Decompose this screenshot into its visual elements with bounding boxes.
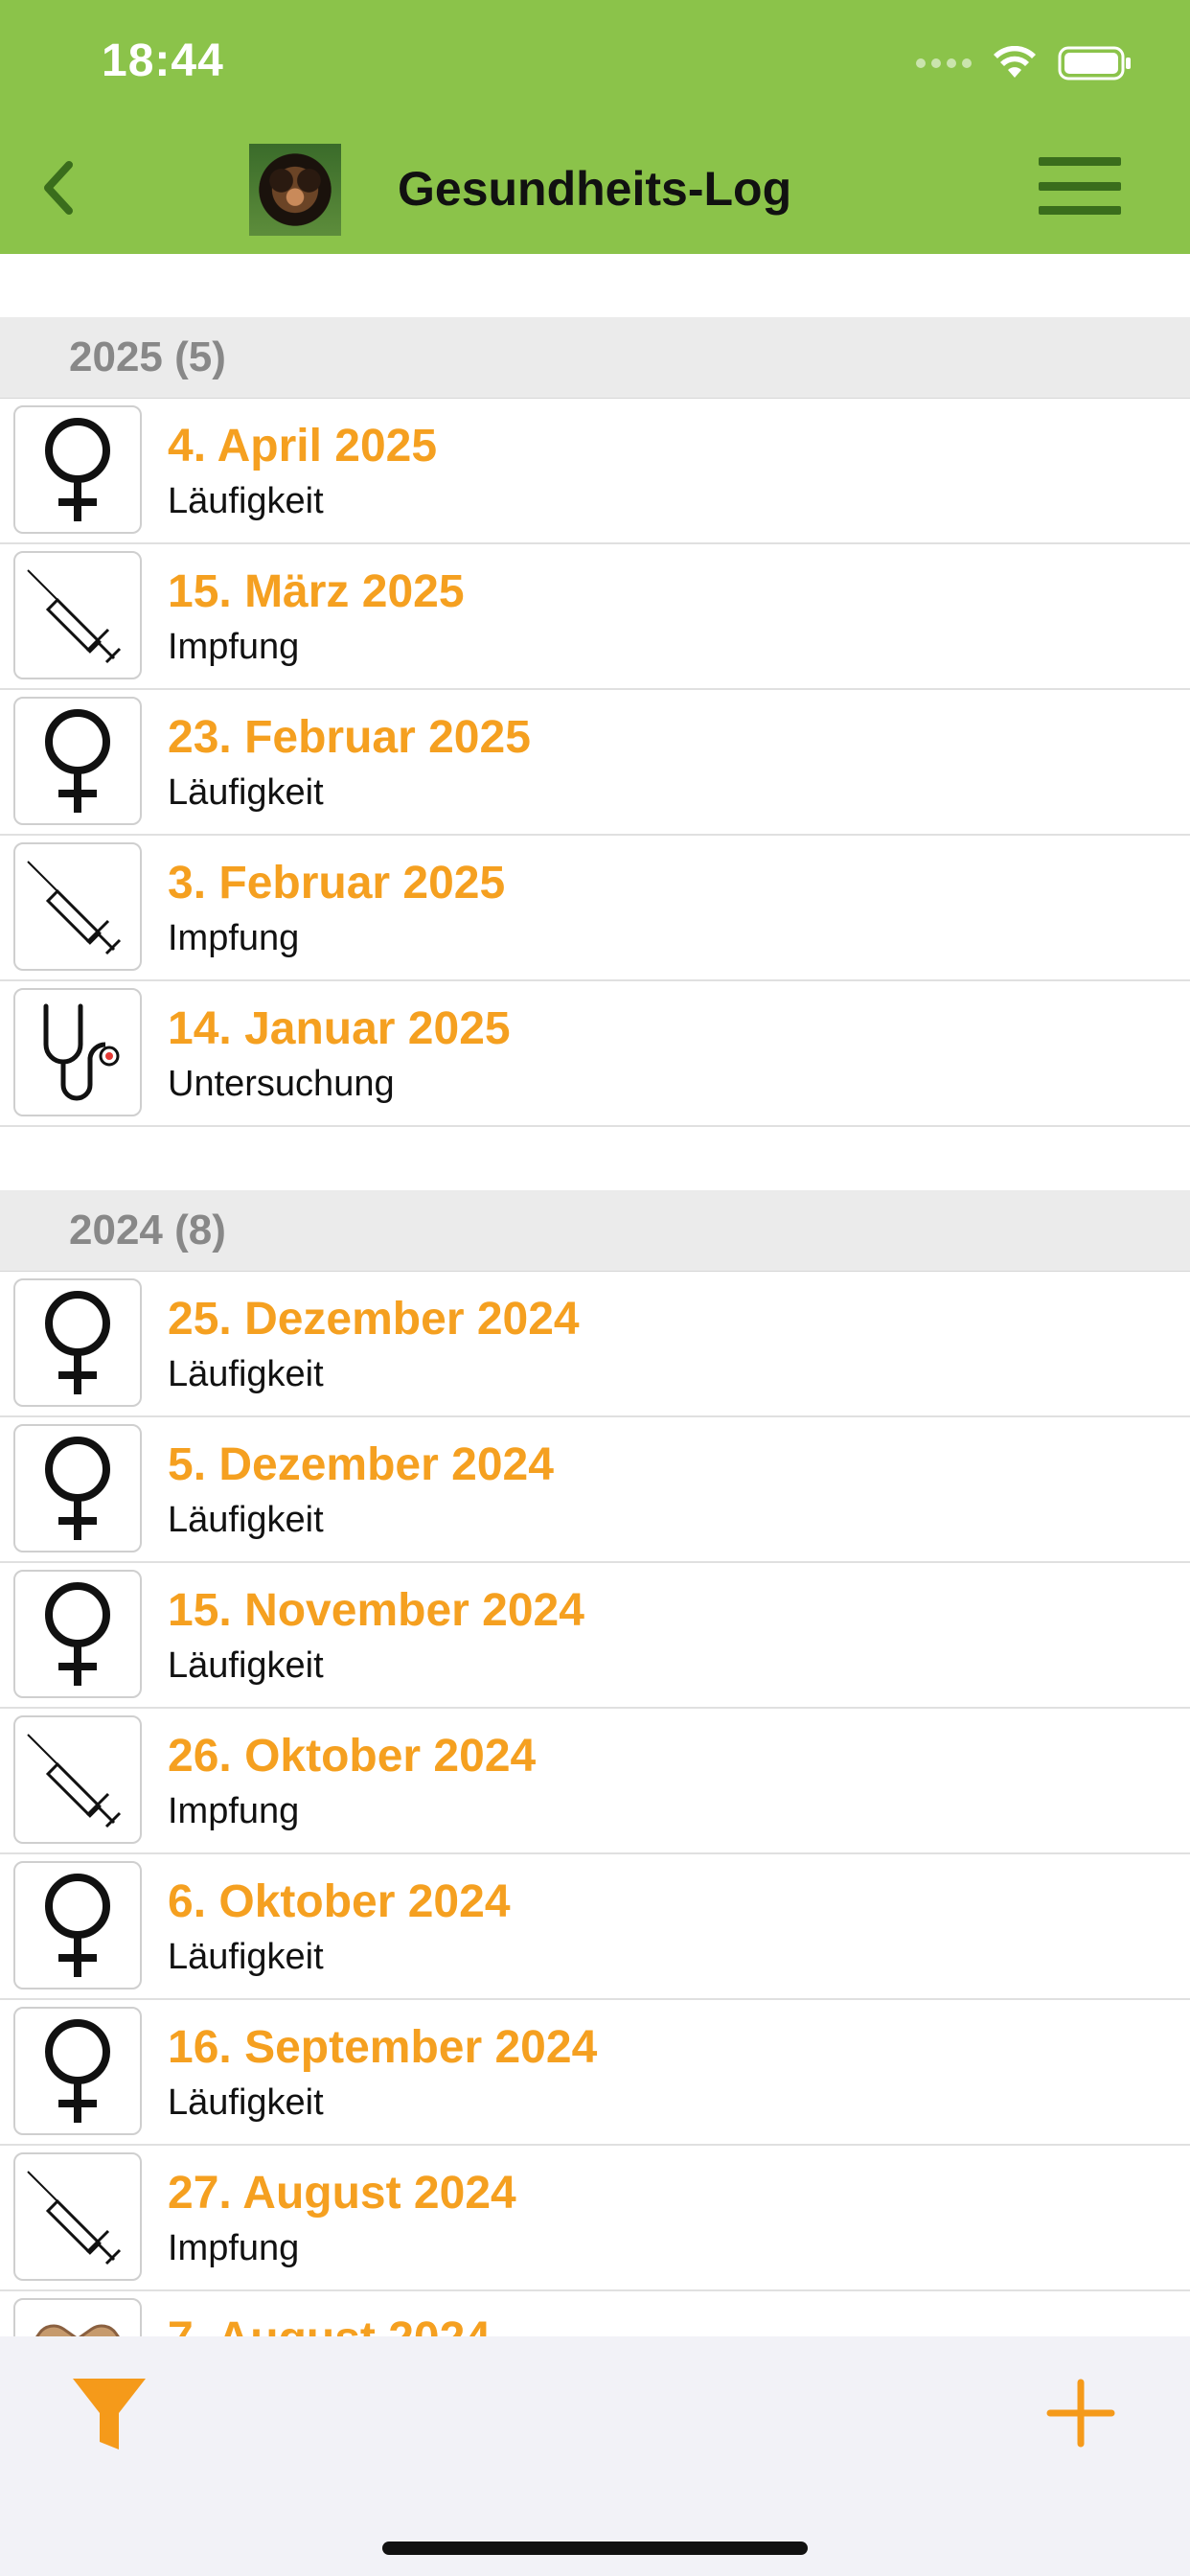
entry-date: 23. Februar 2025 (168, 712, 531, 763)
chevron-left-icon (44, 161, 73, 215)
health-log-list[interactable]: 2025 (5) 4. April 2025 Läufigkeit 15. Mä… (0, 254, 1190, 2336)
female-symbol-icon (13, 1278, 142, 1407)
list-item[interactable]: 25. Dezember 2024 Läufigkeit (0, 1272, 1190, 1417)
bottom-toolbar (0, 2336, 1190, 2576)
list-item[interactable]: 15. November 2024 Läufigkeit (0, 1563, 1190, 1709)
list-item[interactable]: 4. April 2025 Läufigkeit (0, 399, 1190, 544)
entry-type: Untersuchung (168, 1064, 395, 1104)
bandage-icon (13, 2298, 142, 2336)
menu-button[interactable] (1039, 157, 1121, 215)
entry-type: Läufigkeit (168, 481, 324, 521)
list-item[interactable]: 23. Februar 2025 Läufigkeit (0, 690, 1190, 836)
entry-date: 14. Januar 2025 (168, 1003, 511, 1054)
filter-button[interactable] (71, 2375, 148, 2453)
syringe-icon (13, 1715, 142, 1844)
entry-type: Läufigkeit (168, 1937, 324, 1977)
entry-date: 5. Dezember 2024 (168, 1439, 554, 1490)
female-symbol-icon (13, 1424, 142, 1552)
female-symbol-icon (13, 405, 142, 534)
list-item[interactable]: 26. Oktober 2024 Impfung (0, 1709, 1190, 1854)
page-title: Gesundheits-Log (398, 162, 792, 216)
back-button[interactable] (29, 151, 86, 224)
female-symbol-icon (13, 2007, 142, 2135)
entry-date: 27. August 2024 (168, 2168, 516, 2219)
entry-type: Läufigkeit (168, 2082, 324, 2123)
syringe-icon (13, 842, 142, 971)
cellular-signal-icon (916, 58, 972, 68)
entry-type: Impfung (168, 1791, 300, 1831)
entry-type: Impfung (168, 2228, 300, 2268)
list-item[interactable]: 6. Oktober 2024 Läufigkeit (0, 1854, 1190, 2000)
list-item[interactable]: 27. August 2024 Impfung (0, 2146, 1190, 2291)
hamburger-icon (1039, 157, 1121, 166)
entry-date: 16. September 2024 (168, 2022, 598, 2073)
section-header-2024: 2024 (8) (0, 1190, 1190, 1272)
home-indicator (382, 2542, 808, 2555)
syringe-icon (13, 551, 142, 679)
entry-date: 25. Dezember 2024 (168, 1294, 580, 1345)
list-item[interactable]: 15. März 2025 Impfung (0, 544, 1190, 690)
syringe-icon (13, 2152, 142, 2281)
entry-type: Läufigkeit (168, 1645, 324, 1686)
entry-type: Läufigkeit (168, 1354, 324, 1394)
female-symbol-icon (13, 1861, 142, 1990)
stethoscope-icon (13, 988, 142, 1116)
entry-date: 7. August 2024 (168, 2312, 491, 2336)
wifi-icon (994, 46, 1036, 78)
list-item[interactable]: 16. September 2024 Läufigkeit (0, 2000, 1190, 2146)
add-entry-button[interactable] (1044, 2377, 1117, 2450)
entry-date: 4. April 2025 (168, 421, 438, 472)
entry-date: 15. März 2025 (168, 566, 465, 617)
nav-bar: 18:44 Gesundheits-Log (0, 0, 1190, 254)
status-time: 18:44 (102, 35, 224, 86)
battery-icon (1058, 46, 1131, 80)
status-icons (916, 42, 1133, 84)
plus-icon (1046, 2379, 1115, 2448)
female-symbol-icon (13, 697, 142, 825)
entry-date: 3. Februar 2025 (168, 858, 506, 908)
entry-date: 26. Oktober 2024 (168, 1731, 537, 1782)
entry-type: Impfung (168, 918, 300, 958)
female-symbol-icon (13, 1570, 142, 1698)
entry-type: Läufigkeit (168, 1500, 324, 1540)
list-item[interactable]: 14. Januar 2025 Untersuchung (0, 981, 1190, 1127)
list-item[interactable]: 5. Dezember 2024 Läufigkeit (0, 1417, 1190, 1563)
entry-date: 6. Oktober 2024 (168, 1876, 511, 1927)
entry-type: Impfung (168, 627, 300, 667)
section-header-2025: 2025 (5) (0, 317, 1190, 399)
filter-icon (73, 2379, 146, 2450)
list-item[interactable]: 3. Februar 2025 Impfung (0, 836, 1190, 981)
pet-avatar[interactable] (249, 144, 341, 236)
entry-type: Läufigkeit (168, 772, 324, 813)
entry-date: 15. November 2024 (168, 1585, 584, 1636)
list-item[interactable]: 7. August 2024 (0, 2291, 1190, 2336)
